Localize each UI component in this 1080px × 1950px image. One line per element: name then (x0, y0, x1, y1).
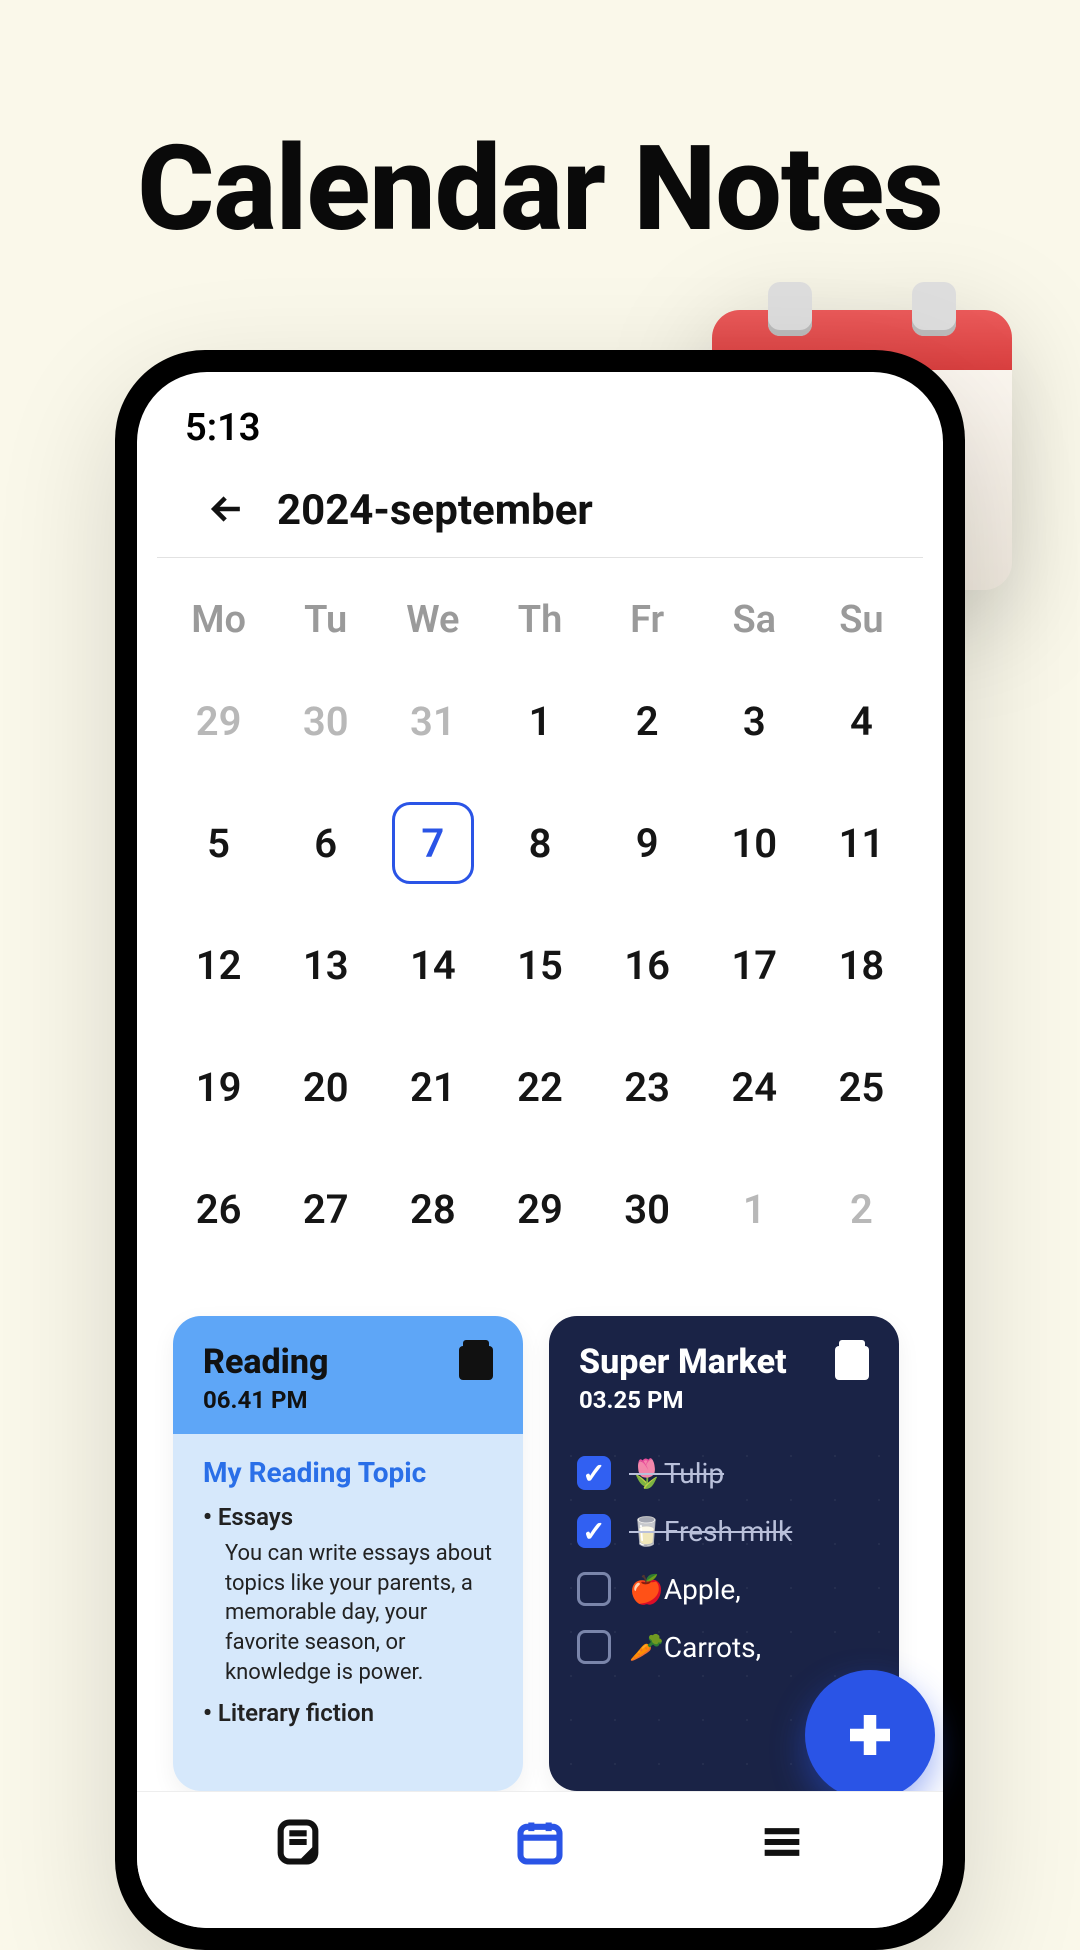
nav-notes[interactable] (272, 1816, 324, 1872)
calendar-icon (835, 1346, 869, 1380)
checklist-item[interactable]: ✓ 🌷Tulip (577, 1444, 871, 1502)
add-note-button[interactable] (805, 1670, 935, 1800)
nav-calendar[interactable] (514, 1816, 566, 1872)
status-bar: 5:13 (137, 372, 943, 458)
menu-icon (756, 1816, 808, 1868)
day-cell[interactable]: 17 (701, 930, 808, 1000)
day-cell[interactable]: 26 (165, 1174, 272, 1244)
note-time: 06.41 PM (203, 1386, 328, 1414)
note-card-reading[interactable]: Reading 06.41 PM My Reading Topic Essays… (173, 1316, 523, 1791)
weekday-label: Th (486, 598, 593, 642)
day-cell[interactable]: 15 (486, 930, 593, 1000)
weekday-label: Fr (594, 598, 701, 642)
note-icon (272, 1816, 324, 1868)
day-cell[interactable]: 27 (272, 1174, 379, 1244)
day-cell[interactable]: 11 (808, 808, 915, 878)
weekday-label: Su (808, 598, 915, 642)
day-cell[interactable]: 10 (701, 808, 808, 878)
day-cell[interactable]: 7 (379, 808, 486, 878)
day-cell[interactable]: 22 (486, 1052, 593, 1122)
day-cell[interactable]: 5 (165, 808, 272, 878)
checklist-label: 🌷Tulip (629, 1457, 724, 1490)
phone-frame: 5:13 2024-september MoTuWeThFrSaSu 29303… (115, 350, 965, 1950)
day-cell[interactable]: 8 (486, 808, 593, 878)
note-title: Reading (203, 1342, 328, 1382)
bottom-nav (137, 1791, 943, 1928)
checklist-item[interactable]: 🥕Carrots, (577, 1618, 871, 1676)
day-cell[interactable]: 13 (272, 930, 379, 1000)
day-cell[interactable]: 6 (272, 808, 379, 878)
day-cell[interactable]: 30 (272, 686, 379, 756)
checklist-label: 🍎Apple, (629, 1573, 741, 1606)
day-cell[interactable]: 23 (594, 1052, 701, 1122)
weekday-label: We (379, 598, 486, 642)
day-cell[interactable]: 4 (808, 686, 915, 756)
nav-menu[interactable] (756, 1816, 808, 1872)
back-arrow-icon[interactable] (205, 487, 249, 535)
checklist-label: 🥛Fresh milk (629, 1515, 792, 1548)
list-item: Essays (203, 1503, 493, 1531)
weekday-label: Tu (272, 598, 379, 642)
day-cell[interactable]: 29 (165, 686, 272, 756)
day-cell[interactable]: 31 (379, 686, 486, 756)
day-cell[interactable]: 1 (701, 1174, 808, 1244)
checklist-label: 🥕Carrots, (629, 1631, 761, 1664)
day-cell[interactable]: 30 (594, 1174, 701, 1244)
checkbox-icon[interactable] (577, 1630, 611, 1664)
month-label[interactable]: 2024-september (277, 486, 593, 535)
day-cell[interactable]: 24 (701, 1052, 808, 1122)
checkbox-icon[interactable]: ✓ (577, 1514, 611, 1548)
calendar-icon (459, 1346, 493, 1380)
day-cell[interactable]: 21 (379, 1052, 486, 1122)
header: 2024-september (157, 458, 923, 558)
day-cell[interactable]: 1 (486, 686, 593, 756)
checkbox-icon[interactable]: ✓ (577, 1456, 611, 1490)
day-cell[interactable]: 2 (594, 686, 701, 756)
day-cell[interactable]: 18 (808, 930, 915, 1000)
day-cell[interactable]: 25 (808, 1052, 915, 1122)
day-cell[interactable]: 28 (379, 1174, 486, 1244)
note-title: Super Market (579, 1342, 787, 1382)
day-cell[interactable]: 12 (165, 930, 272, 1000)
promo-title: Calendar Notes (0, 0, 1080, 258)
checklist-item[interactable]: 🍎Apple, (577, 1560, 871, 1618)
day-cell[interactable]: 16 (594, 930, 701, 1000)
day-cell[interactable]: 20 (272, 1052, 379, 1122)
calendar-grid: MoTuWeThFrSaSu 2930311234567891011121314… (137, 558, 943, 1306)
day-cell[interactable]: 2 (808, 1174, 915, 1244)
day-cell[interactable]: 9 (594, 808, 701, 878)
weekday-label: Mo (165, 598, 272, 642)
list-item-desc: You can write essays about topics like y… (203, 1539, 493, 1687)
day-cell[interactable]: 19 (165, 1052, 272, 1122)
day-cell[interactable]: 3 (701, 686, 808, 756)
day-cell[interactable]: 29 (486, 1174, 593, 1244)
calendar-icon (514, 1816, 566, 1868)
weekday-label: Sa (701, 598, 808, 642)
checklist-item[interactable]: ✓ 🥛Fresh milk (577, 1502, 871, 1560)
note-body-heading: My Reading Topic (203, 1456, 493, 1489)
day-cell[interactable]: 14 (379, 930, 486, 1000)
checkbox-icon[interactable] (577, 1572, 611, 1606)
plus-icon (840, 1705, 900, 1765)
note-time: 03.25 PM (579, 1386, 787, 1414)
list-item: Literary fiction (203, 1699, 493, 1727)
status-time: 5:13 (185, 406, 260, 450)
